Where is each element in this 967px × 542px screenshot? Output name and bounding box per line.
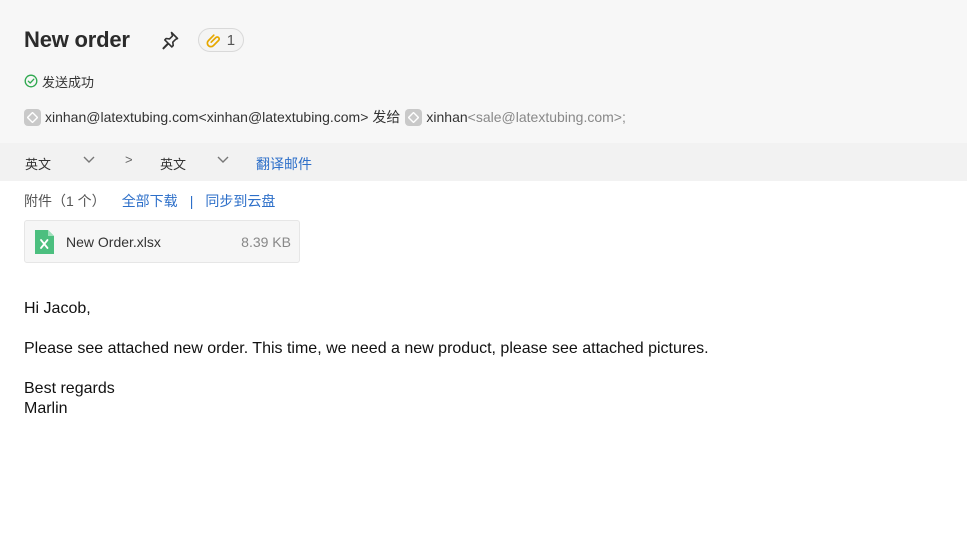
- chevron-down-icon[interactable]: [216, 155, 230, 165]
- attachments-toolbar: 附件（1 个） 全部下载 | 同步到云盘: [24, 191, 275, 211]
- sender-recipient-row: xinhan@latextubing.com<xinhan@latextubin…: [24, 107, 626, 127]
- attachments-label: 附件（1 个）: [24, 193, 106, 209]
- translate-bar: 英文 > 英文 翻译邮件: [0, 143, 967, 181]
- check-circle-icon: [24, 74, 38, 88]
- attachment-file-card[interactable]: New Order.xlsx 8.39 KB: [24, 220, 300, 263]
- sent-to-label: 发给: [372, 109, 401, 125]
- email-subject: New order: [24, 27, 130, 52]
- body-paragraph: Please see attached new order. This time…: [24, 340, 709, 357]
- send-status: 发送成功: [24, 72, 94, 90]
- attachment-file-size: 8.39 KB: [241, 233, 291, 250]
- attachment-file-name: New Order.xlsx: [66, 233, 161, 250]
- sender-avatar-icon[interactable]: [24, 108, 41, 126]
- source-language-select[interactable]: 英文: [25, 154, 51, 173]
- pin-icon[interactable]: [158, 28, 182, 52]
- email-body: Hi Jacob, Please see attached new order.…: [24, 299, 709, 419]
- recipient-email[interactable]: <sale@latextubing.com>;: [468, 109, 626, 125]
- excel-file-icon: [35, 229, 54, 254]
- sender-address[interactable]: xinhan@latextubing.com<xinhan@latextubin…: [45, 109, 368, 125]
- separator: |: [189, 193, 194, 209]
- email-header: New order 1 发送成功 xinhan@latextubing.com<…: [0, 0, 967, 143]
- attachment-count-badge[interactable]: 1: [197, 28, 245, 52]
- title-row: New order 1: [24, 24, 245, 56]
- signature-text: Marlin: [24, 400, 68, 417]
- closing-text: Best regards: [24, 380, 115, 397]
- recipient-avatar-icon[interactable]: [405, 108, 423, 126]
- chevron-down-icon[interactable]: [82, 155, 96, 165]
- translate-email-link[interactable]: 翻译邮件: [256, 154, 312, 174]
- attachment-count: 1: [226, 31, 236, 49]
- target-language-select[interactable]: 英文: [160, 154, 186, 173]
- recipient-name[interactable]: xinhan: [426, 109, 467, 125]
- download-all-link[interactable]: 全部下载: [122, 191, 178, 211]
- translate-direction-arrow: >: [125, 152, 133, 167]
- paperclip-icon: [206, 34, 220, 48]
- status-text: 发送成功: [42, 74, 95, 90]
- sync-to-cloud-link[interactable]: 同步到云盘: [205, 191, 275, 211]
- greeting-text: Hi Jacob,: [24, 300, 91, 317]
